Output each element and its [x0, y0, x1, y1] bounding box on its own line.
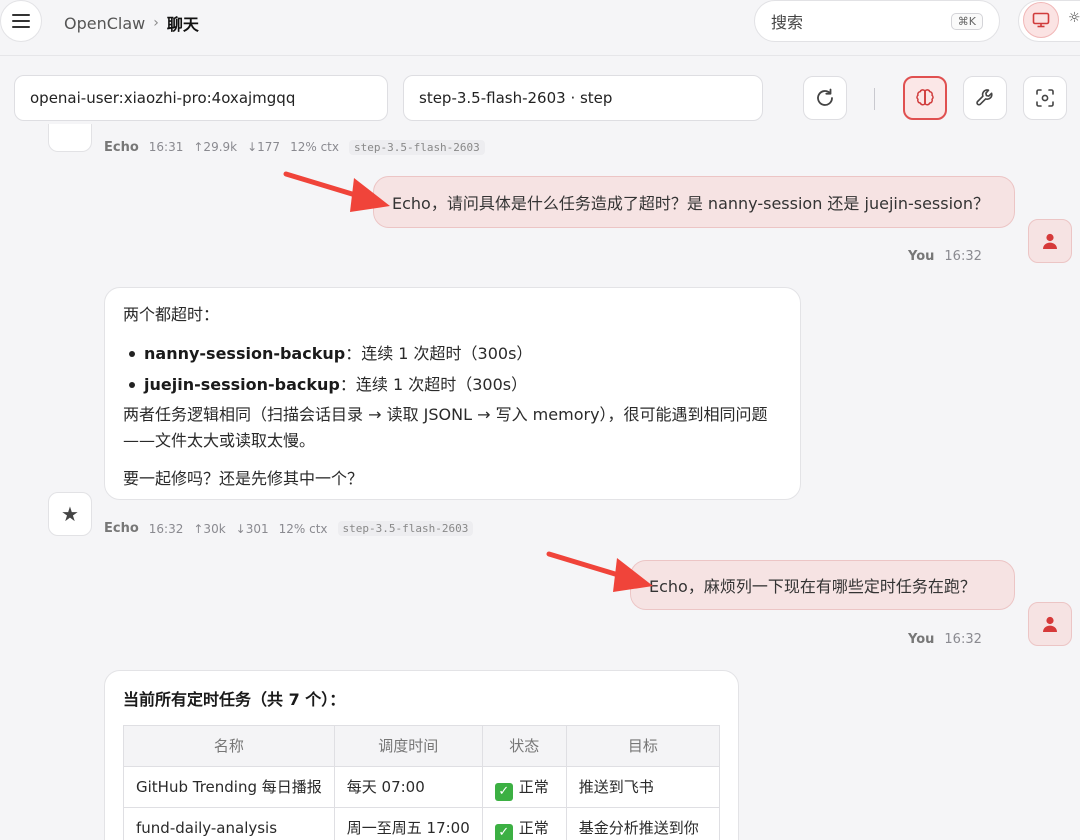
model-value: step-3.5-flash-2603 · step	[419, 89, 613, 107]
table-title: 当前所有定时任务（共 7 个）：	[123, 690, 346, 709]
status-text: 正常	[518, 818, 549, 837]
task-name: nanny-session-backup	[144, 344, 346, 363]
cron-table: 名称 调度时间 状态 目标 GitHub Trending 每日播报 每天 07…	[123, 725, 721, 840]
meta-tokens-out: ↓177	[247, 140, 281, 154]
meta-tokens-out: ↓301	[235, 521, 269, 536]
meta-model: step-3.5-flash-2603	[348, 139, 485, 155]
task-detail: ：连续 1 次超时（300s）	[345, 344, 533, 363]
star-icon: ★	[61, 502, 79, 526]
user-message-meta: You 16:32	[908, 632, 982, 647]
assistant-message: 两个都超时： nanny-session-backup：连续 1 次超时（300…	[104, 287, 801, 500]
user-message-text: Echo，麻烦列一下现在有哪些定时任务在跑？	[649, 577, 976, 596]
user-message-meta: You 16:32	[908, 249, 982, 264]
wrench-icon	[976, 89, 993, 106]
page-title: 聊天	[166, 15, 199, 34]
bot-avatar	[48, 124, 92, 152]
meta-sender: You	[908, 632, 935, 647]
annotation-arrow	[546, 551, 653, 592]
user-icon	[1043, 233, 1057, 249]
monitor-icon	[1032, 12, 1050, 28]
search-shortcut: ⌘K	[950, 12, 983, 30]
user-avatar	[1028, 602, 1072, 646]
user-message: Echo，请问具体是什么任务造成了超时？是 nanny-session 还是 j…	[373, 176, 1015, 228]
meta-ctx: 12% ctx	[290, 140, 339, 154]
model-select[interactable]: step-3.5-flash-2603 · step	[403, 75, 763, 121]
hamburger-icon	[12, 14, 30, 28]
message-paragraph: 要一起修吗？还是先修其中一个？	[123, 469, 364, 488]
table-row: fund-daily-analysis 周一至周五 17:00 ✓ 正常 基金分析…	[123, 807, 721, 840]
focus-mode-button[interactable]	[1023, 76, 1067, 120]
message-paragraph: 两者任务逻辑相同（扫描会话目录 → 读取 JSONL → 写入 memory），…	[123, 405, 768, 450]
cell-schedule: 周一至周五 17:00	[333, 807, 483, 840]
message-paragraph: 两个都超时：	[123, 305, 220, 324]
session-key-field[interactable]: openai-user:xiaozhi-pro:4oxajmgqq	[14, 75, 388, 121]
refresh-icon	[817, 88, 833, 106]
list-item: nanny-session-backup：连续 1 次超时（300s）	[123, 338, 782, 369]
meta-sender: Echo	[104, 521, 139, 536]
cell-name: fund-daily-analysis	[123, 807, 335, 840]
user-message: Echo，麻烦列一下现在有哪些定时任务在跑？	[630, 560, 1015, 610]
thinking-toggle-button[interactable]	[903, 76, 947, 120]
cell-schedule: 每天 07:00	[333, 766, 483, 808]
user-icon	[1043, 616, 1057, 632]
message-meta: Echo 16:31 ↑29.9k ↓177 12% ctx step-3.5-…	[104, 138, 485, 156]
meta-sender: Echo	[104, 139, 139, 155]
bot-avatar: ★	[48, 492, 92, 536]
annotation-arrow	[283, 171, 390, 212]
column-header: 名称	[123, 725, 335, 767]
cell-name: GitHub Trending 每日播报	[123, 766, 335, 808]
meta-time: 16:32	[944, 632, 982, 647]
search-label: 搜索	[771, 13, 804, 32]
refresh-button[interactable]	[803, 76, 847, 120]
meta-model: step-3.5-flash-2603	[337, 521, 474, 536]
assistant-message: 当前所有定时任务（共 7 个）： 名称 调度时间 状态 目标 GitHub Tr…	[104, 670, 739, 840]
meta-tokens-in: ↑29.9k	[193, 140, 238, 154]
cell-status: ✓ 正常	[481, 807, 567, 840]
session-key-value: openai-user:xiaozhi-pro:4oxajmgqq	[30, 89, 296, 107]
cell-target: 推送到飞书	[565, 766, 721, 808]
meta-ctx: 12% ctx	[278, 521, 328, 536]
message-list: nanny-session-backup：连续 1 次超时（300s） juej…	[123, 338, 782, 400]
table-row: GitHub Trending 每日播报 每天 07:00 ✓ 正常 推送到飞书	[123, 766, 721, 808]
user-avatar	[1028, 219, 1072, 263]
table-header-row: 名称 调度时间 状态 目标	[123, 725, 721, 767]
chat-thread[interactable]: Echo 16:31 ↑29.9k ↓177 12% ctx step-3.5-…	[0, 124, 1080, 840]
check-icon: ✓	[494, 823, 513, 840]
task-name: juejin-session-backup	[144, 375, 340, 394]
cell-target: 基金分析推送到你	[565, 807, 721, 840]
sun-icon[interactable]: ☼	[1068, 10, 1080, 26]
column-header: 状态	[481, 725, 567, 767]
breadcrumb-root[interactable]: OpenClaw	[64, 14, 145, 33]
meta-time: 16:32	[148, 521, 184, 536]
tools-button[interactable]	[963, 76, 1007, 120]
meta-time: 16:31	[148, 140, 184, 154]
menu-button[interactable]	[0, 0, 42, 42]
task-detail: ：连续 1 次超时（300s）	[339, 375, 528, 394]
meta-sender: You	[908, 249, 935, 264]
top-bar: OpenClaw › 聊天 搜索 ⌘K ☼	[0, 0, 1080, 56]
user-message-text: Echo，请问具体是什么任务造成了超时？是 nanny-session 还是 j…	[392, 194, 989, 213]
theme-system-button[interactable]	[1023, 2, 1059, 38]
breadcrumb-separator: ›	[153, 15, 159, 31]
search-box[interactable]: 搜索 ⌘K	[754, 0, 1000, 42]
meta-time: 16:32	[944, 249, 982, 264]
check-icon: ✓	[494, 782, 513, 801]
column-header: 调度时间	[333, 725, 483, 767]
status-text: 正常	[518, 777, 549, 796]
focus-icon	[1036, 89, 1054, 107]
message-meta: Echo 16:32 ↑30k ↓301 12% ctx step-3.5-fl…	[104, 521, 474, 536]
cell-status: ✓ 正常	[481, 766, 567, 808]
breadcrumb: OpenClaw › 聊天	[64, 11, 199, 35]
list-item: juejin-session-backup：连续 1 次超时（300s）	[123, 369, 782, 400]
toolbar-divider	[874, 88, 875, 110]
meta-tokens-in: ↑30k	[193, 521, 226, 536]
brain-icon	[916, 89, 934, 106]
column-header: 目标	[565, 725, 721, 767]
